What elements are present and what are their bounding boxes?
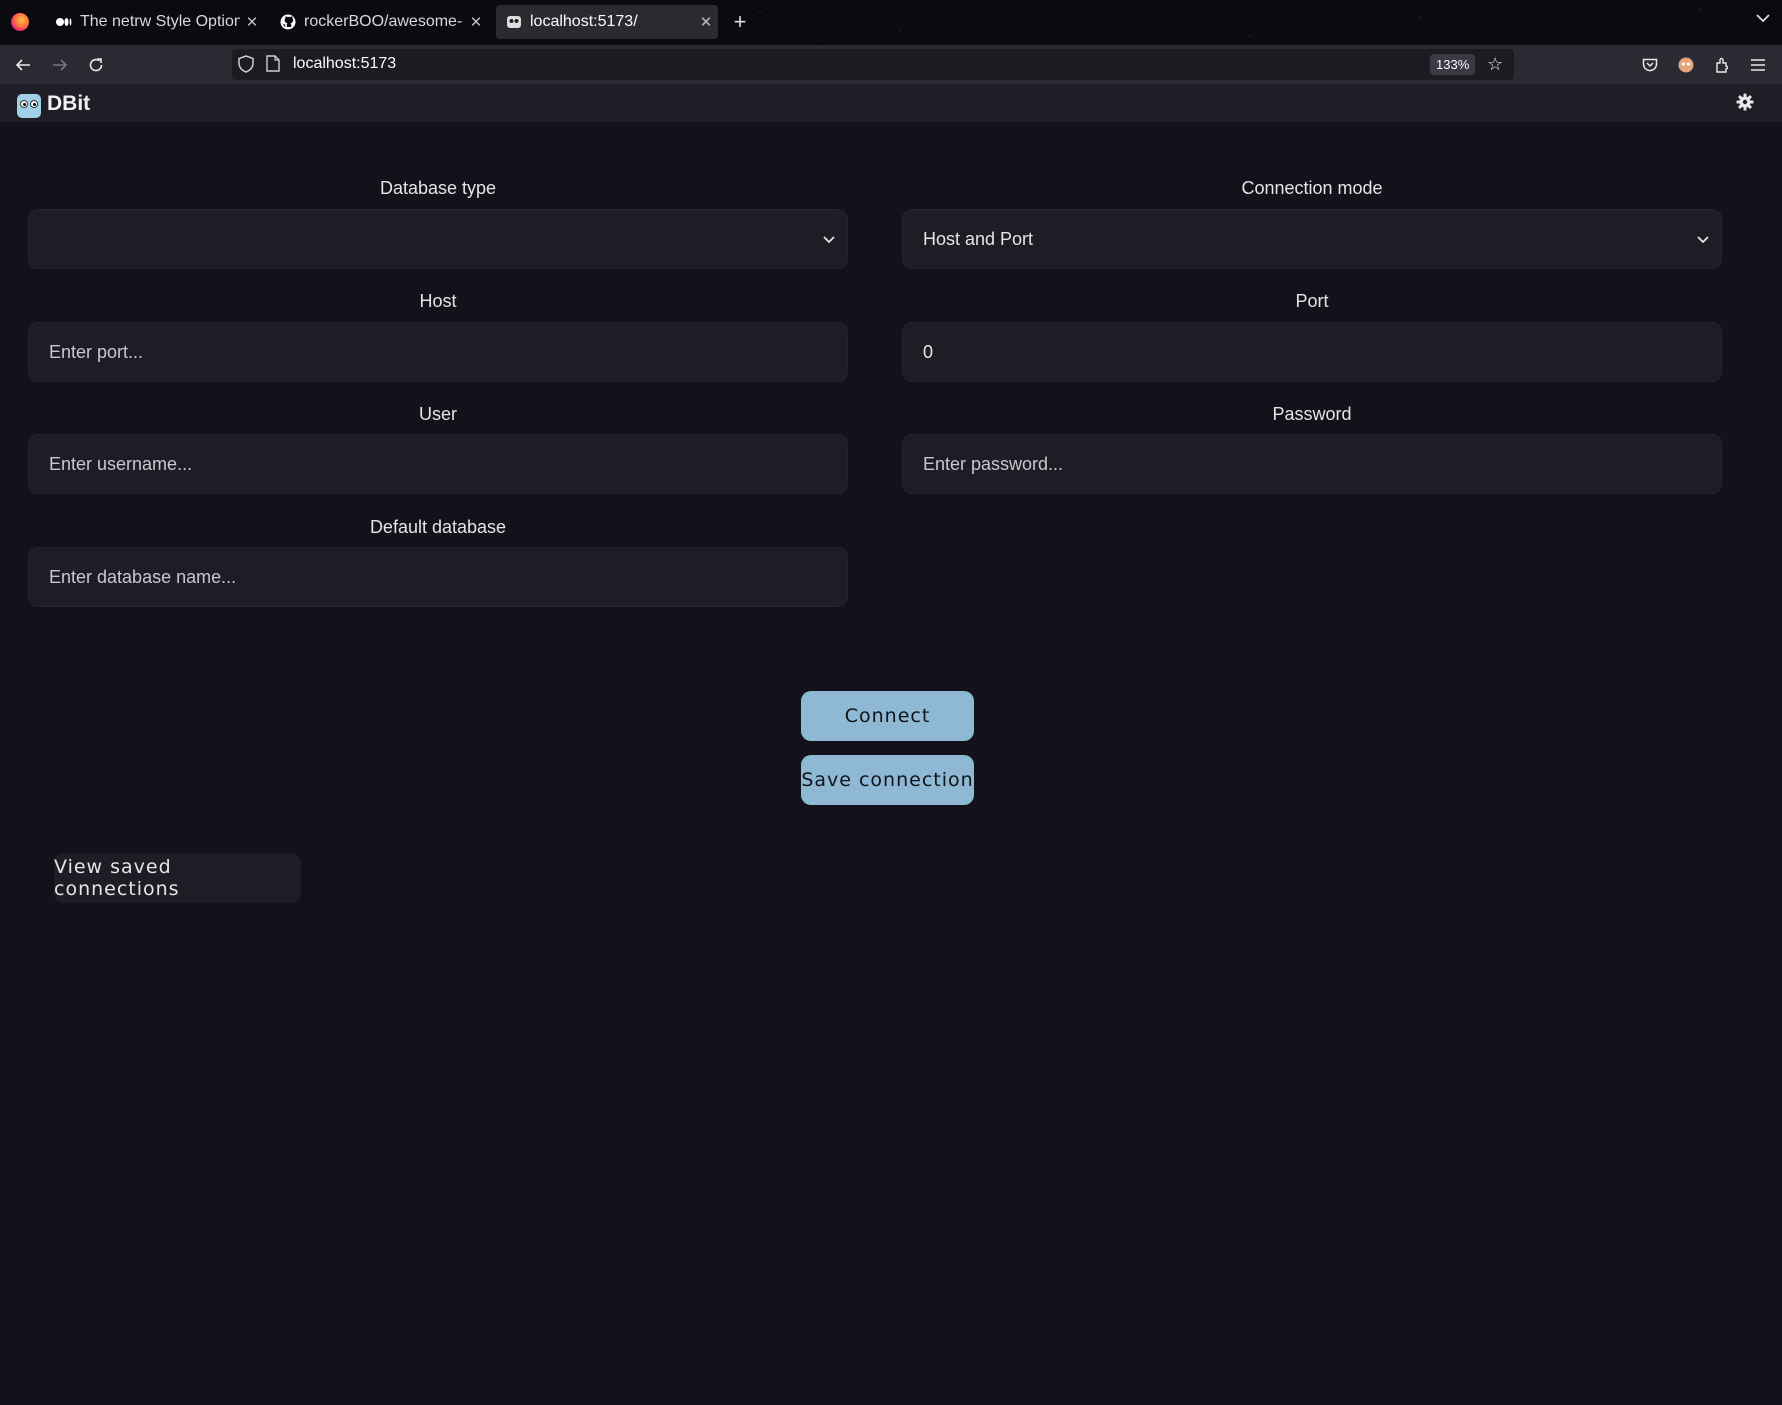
- browser-tab-bar: The netrw Style Option ✕ rockerBOO/aweso…: [0, 0, 1782, 45]
- github-icon: [280, 14, 296, 30]
- reload-button[interactable]: [82, 51, 110, 79]
- app-header: DBit: [0, 84, 1782, 122]
- account-avatar-icon[interactable]: [1674, 53, 1698, 77]
- zoom-level-badge[interactable]: 133%: [1430, 54, 1476, 75]
- chevron-down-icon[interactable]: [1756, 10, 1770, 28]
- tab-title: rockerBOO/awesome-: [304, 13, 463, 30]
- save-connection-button[interactable]: Save connection: [801, 755, 974, 805]
- tab-netrw-style[interactable]: The netrw Style Option ✕: [46, 5, 264, 39]
- connect-button[interactable]: Connect: [801, 691, 974, 741]
- forward-button[interactable]: [46, 51, 74, 79]
- pocket-icon[interactable]: [1638, 53, 1662, 77]
- port-label: Port: [1295, 291, 1329, 311]
- username-input[interactable]: Enter username...: [28, 434, 848, 494]
- close-icon[interactable]: ✕: [464, 13, 488, 31]
- chevron-down-icon: [823, 210, 835, 268]
- browser-nav-bar: localhost:5173 133% ☆: [0, 45, 1782, 84]
- tab-localhost[interactable]: localhost:5173/ ✕: [496, 5, 718, 39]
- connection-mode-select[interactable]: Host and Port: [902, 209, 1722, 269]
- chevron-down-icon: [1697, 210, 1709, 268]
- close-icon[interactable]: ✕: [694, 13, 718, 31]
- arrow-left-icon: [15, 59, 30, 71]
- database-type-label: Database type: [379, 178, 497, 198]
- port-input[interactable]: 0: [902, 322, 1722, 382]
- dbit-favicon: [506, 14, 522, 30]
- bookmark-star-icon[interactable]: ☆: [1487, 54, 1503, 75]
- extensions-icon[interactable]: [1710, 53, 1734, 77]
- tab-rockerboo-awesome[interactable]: rockerBOO/awesome- ✕: [270, 5, 488, 39]
- gear-icon[interactable]: [1736, 91, 1754, 117]
- dbit-logo-icon: [17, 94, 41, 118]
- default-database-input[interactable]: Enter database name...: [28, 547, 848, 607]
- user-label: User: [418, 404, 457, 424]
- new-tab-button[interactable]: +: [728, 8, 752, 36]
- default-database-label: Default database: [369, 517, 507, 537]
- back-button[interactable]: [9, 51, 37, 79]
- host-label: Host: [419, 291, 457, 311]
- url-bar[interactable]: localhost:5173 133% ☆: [232, 49, 1514, 80]
- database-type-select[interactable]: [28, 209, 848, 269]
- tab-title: The netrw Style Option: [80, 13, 240, 30]
- medium-icon: [56, 14, 72, 30]
- view-saved-connections-button[interactable]: View saved connections: [54, 853, 301, 903]
- app-title: DBit: [47, 92, 91, 115]
- connection-mode-value: Host and Port: [923, 229, 1034, 249]
- arrow-right-icon: [53, 59, 68, 71]
- tab-title: localhost:5173/: [530, 13, 638, 30]
- page-icon[interactable]: [266, 55, 284, 73]
- shield-icon[interactable]: [238, 55, 256, 73]
- password-input[interactable]: Enter password...: [902, 434, 1722, 494]
- connection-mode-label: Connection mode: [1241, 178, 1383, 198]
- reload-icon: [89, 58, 103, 72]
- password-label: Password: [1272, 404, 1352, 424]
- url-text[interactable]: localhost:5173: [293, 55, 396, 73]
- firefox-icon[interactable]: [11, 13, 29, 31]
- host-input[interactable]: Enter port...: [28, 322, 848, 382]
- close-icon[interactable]: ✕: [240, 13, 264, 31]
- hamburger-menu-icon[interactable]: [1746, 53, 1770, 77]
